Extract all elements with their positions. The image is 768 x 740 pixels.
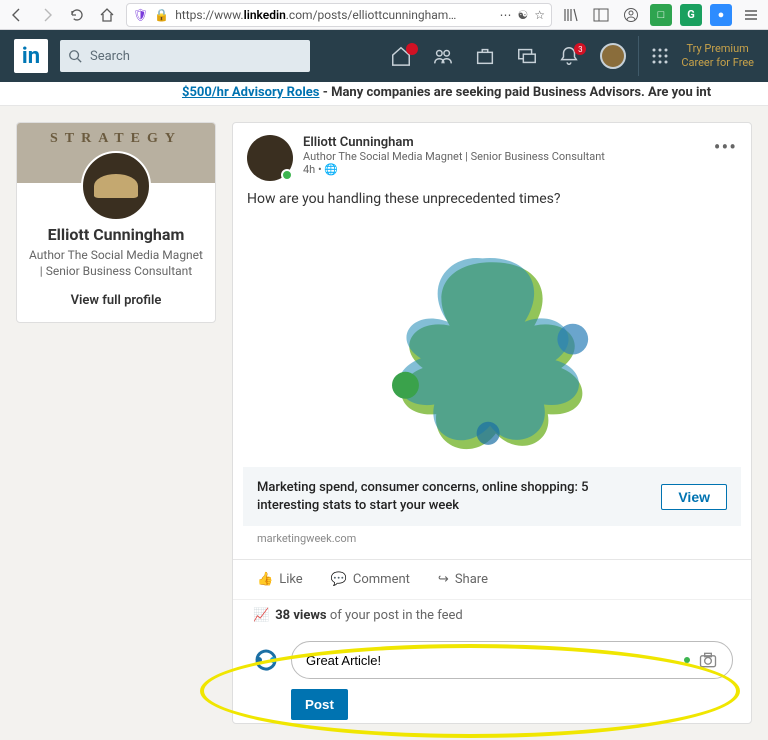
profile-avatar[interactable] (81, 151, 151, 221)
nav-apps[interactable] (651, 47, 669, 65)
comment-input[interactable] (306, 653, 676, 668)
post-card: Elliott Cunningham Author The Social Med… (232, 122, 752, 724)
globe-icon: 🌐 (324, 163, 338, 176)
post-body-text: How are you handling these unprecedented… (233, 187, 751, 217)
article-title: Marketing spend, consumer concerns, onli… (257, 479, 649, 514)
linkedin-logo[interactable]: in (14, 39, 48, 73)
analytics-icon: 📈 (253, 608, 269, 623)
notif-badge: 3 (574, 43, 586, 55)
nav-premium[interactable]: Try PremiumCareer for Free (681, 42, 754, 71)
post-comment-button[interactable]: Post (291, 689, 348, 720)
search-icon (68, 49, 82, 63)
lock-icon: 🔒 (154, 8, 169, 22)
camera-icon[interactable] (698, 650, 718, 670)
nav-network[interactable] (432, 45, 462, 67)
comment-composer (233, 631, 751, 689)
ext-icon-2[interactable]: G (680, 4, 702, 26)
profile-name: Elliott Cunningham (25, 225, 207, 244)
profile-cover: STRATEGY (17, 123, 215, 183)
post-time: 4h • 🌐 (303, 163, 605, 176)
comment-input-wrapper[interactable] (291, 641, 733, 679)
separator (638, 36, 639, 76)
article-image[interactable] (243, 217, 741, 467)
banner-text: - Many companies are seeking paid Busine… (319, 85, 711, 100)
nav-jobs[interactable] (474, 45, 504, 67)
banner-link[interactable]: $500/hr Advisory Roles (182, 85, 319, 100)
star-icon[interactable]: ☆ (534, 8, 545, 22)
badge-dot (406, 43, 418, 55)
post-author-meta: Author The Social Media Magnet | Senior … (303, 150, 605, 163)
shield-icon: 🛡 (133, 8, 148, 22)
view-full-profile[interactable]: View full profile (17, 279, 215, 322)
menu-button[interactable] (740, 4, 762, 26)
forward-button[interactable] (36, 4, 58, 26)
promo-banner: $500/hr Advisory Roles - Many companies … (0, 82, 768, 106)
post-author-avatar[interactable] (247, 135, 293, 181)
online-dot (281, 169, 293, 181)
nav-notifications[interactable]: 3 (558, 45, 588, 67)
presence-dot (684, 657, 690, 663)
profile-subtitle: Author The Social Media Magnet | Senior … (17, 248, 215, 279)
search-placeholder: Search (90, 49, 130, 64)
nav-home[interactable] (390, 45, 420, 67)
shield2-icon[interactable]: ☯ (517, 8, 528, 22)
article-link-card[interactable]: Marketing spend, consumer concerns, onli… (243, 467, 741, 526)
commenter-avatar (251, 645, 281, 675)
back-button[interactable] (6, 4, 28, 26)
browser-toolbar: 🛡 🔒 https://www.linkedin.com/posts/ellio… (0, 0, 768, 30)
ext-icon-3[interactable]: ● (710, 4, 732, 26)
article-view-button[interactable]: View (661, 484, 727, 510)
ext-icon-1[interactable]: □ (650, 4, 672, 26)
search-box[interactable]: Search (60, 40, 310, 72)
nav-me[interactable] (600, 43, 626, 69)
page-actions-icon[interactable]: ⋯ (499, 8, 511, 22)
post-menu[interactable]: ••• (714, 135, 737, 181)
reload-button[interactable] (66, 4, 88, 26)
comment-icon: 💬 (331, 572, 347, 587)
profile-card: STRATEGY Elliott Cunningham Author The S… (16, 122, 216, 323)
post-author-name[interactable]: Elliott Cunningham (303, 135, 605, 150)
post-actions: 👍Like 💬Comment ↪Share (233, 559, 751, 599)
library-icon[interactable] (560, 4, 582, 26)
nav-messaging[interactable] (516, 45, 546, 67)
article-source: marketingweek.com (233, 526, 751, 559)
address-bar[interactable]: 🛡 🔒 https://www.linkedin.com/posts/ellio… (126, 3, 552, 27)
url-text: https://www.linkedin.com/posts/elliottcu… (175, 8, 456, 22)
linkedin-header: in Search 3 Try PremiumCareer for Free (0, 30, 768, 82)
share-icon: ↪ (438, 572, 449, 587)
home-button[interactable] (96, 4, 118, 26)
share-button[interactable]: ↪Share (424, 564, 502, 595)
account-icon[interactable] (620, 4, 642, 26)
post-views[interactable]: 📈 38 views of your post in the feed (233, 599, 751, 631)
cover-letters: STRATEGY (50, 131, 182, 146)
like-icon: 👍 (257, 572, 273, 587)
like-button[interactable]: 👍Like (243, 564, 317, 595)
comment-button[interactable]: 💬Comment (317, 564, 424, 595)
sidebar-icon[interactable] (590, 4, 612, 26)
